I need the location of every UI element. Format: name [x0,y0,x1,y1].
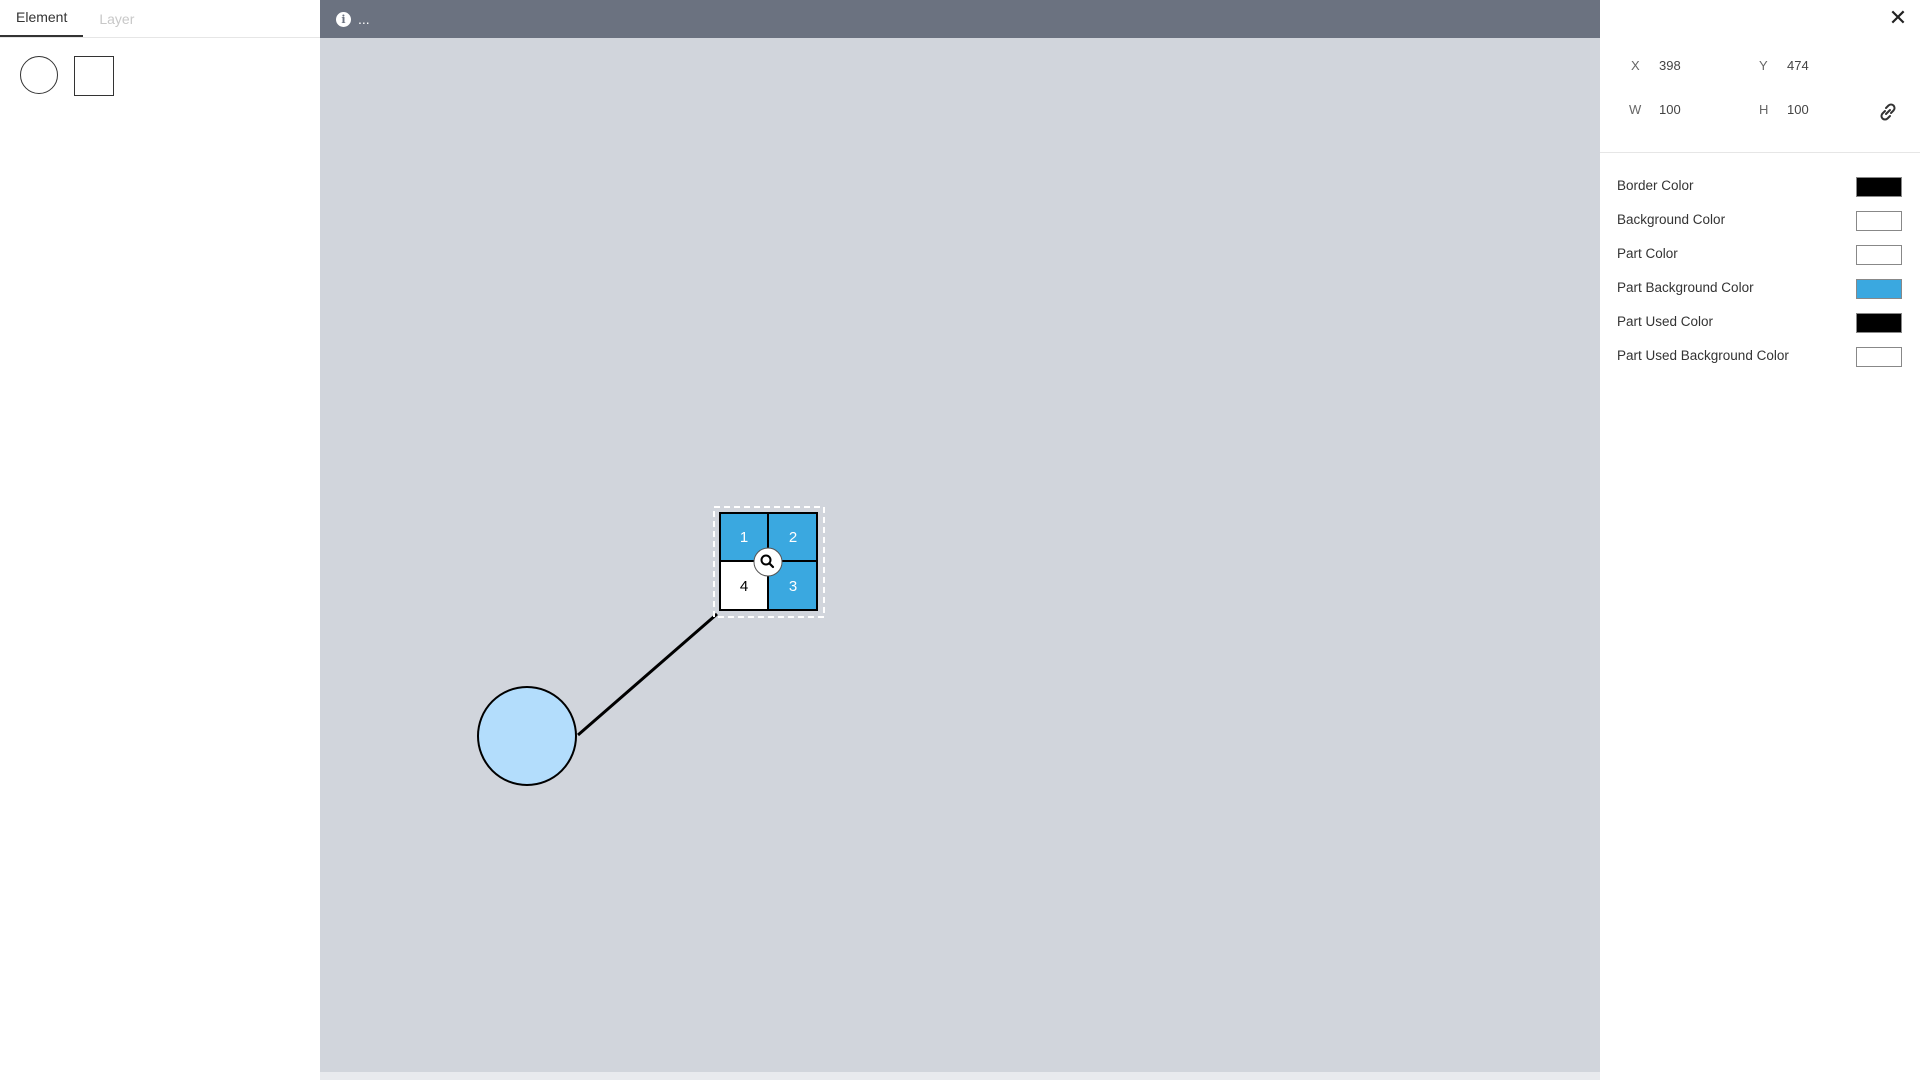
part-used-color-swatch[interactable] [1856,313,1902,333]
size-row: W 100 H 100 [1600,102,1920,126]
properties-panel: ✕ X 398 Y 474 W 100 H 100 Border Color B… [1600,0,1920,1080]
w-field[interactable]: 100 [1659,102,1681,117]
part-label-3: 3 [789,578,797,595]
element-panel: Element Layer [0,0,321,1080]
info-icon[interactable]: i [336,11,351,27]
diagram-canvas[interactable]: 1 2 4 3 [320,0,1600,1080]
color-settings: Border Color Background Color Part Color… [1600,170,1920,374]
circle-node[interactable] [477,686,577,786]
part-color-label: Part Color [1617,246,1678,261]
canvas-toolbar: i ... [320,0,1600,38]
border-color-label: Border Color [1617,178,1694,193]
part-background-color-row: Part Background Color [1600,272,1920,306]
part-used-color-label: Part Used Color [1617,314,1714,329]
part-used-background-color-swatch[interactable] [1856,347,1902,367]
shape-palette [0,38,320,96]
part-label-2: 2 [789,529,797,546]
part-label-4: 4 [740,578,748,595]
rectangle-shape-tool[interactable] [74,56,114,96]
background-color-label: Background Color [1617,212,1726,227]
part-used-color-row: Part Used Color [1600,306,1920,340]
h-field[interactable]: 100 [1787,102,1809,117]
part-label-1: 1 [740,529,748,546]
tab-element[interactable]: Element [0,9,84,37]
part-used-background-color-row: Part Used Background Color [1600,340,1920,374]
y-field[interactable]: 474 [1787,58,1809,73]
y-label: Y [1759,58,1768,73]
w-label: W [1629,102,1642,117]
part-color-swatch[interactable] [1856,245,1902,265]
x-label: X [1631,58,1640,73]
geometry-section: X 398 Y 474 W 100 H 100 [1600,50,1920,153]
h-label: H [1759,102,1769,117]
horizontal-scrollbar[interactable] [320,1072,1600,1080]
border-color-swatch[interactable] [1856,177,1902,197]
background-color-swatch[interactable] [1856,211,1902,231]
part-used-background-color-label: Part Used Background Color [1617,348,1789,363]
background-color-row: Background Color [1600,204,1920,238]
search-icon[interactable] [753,547,783,577]
part-background-color-swatch[interactable] [1856,279,1902,299]
canvas-area[interactable]: 1 2 4 3 i ... [320,0,1600,1080]
circle-shape-tool[interactable] [20,56,58,94]
position-row: X 398 Y 474 [1600,58,1920,82]
tab-layer[interactable]: Layer [83,11,150,37]
link-icon[interactable] [1876,100,1900,124]
connector-line[interactable] [577,612,718,737]
panel-tabs: Element Layer [0,0,320,38]
close-icon[interactable]: ✕ [1886,6,1910,30]
border-color-row: Border Color [1600,170,1920,204]
part-color-row: Part Color [1600,238,1920,272]
x-field[interactable]: 398 [1659,58,1681,73]
part-background-color-label: Part Background Color [1617,280,1754,295]
toolbar-status-text: ... [358,11,370,27]
